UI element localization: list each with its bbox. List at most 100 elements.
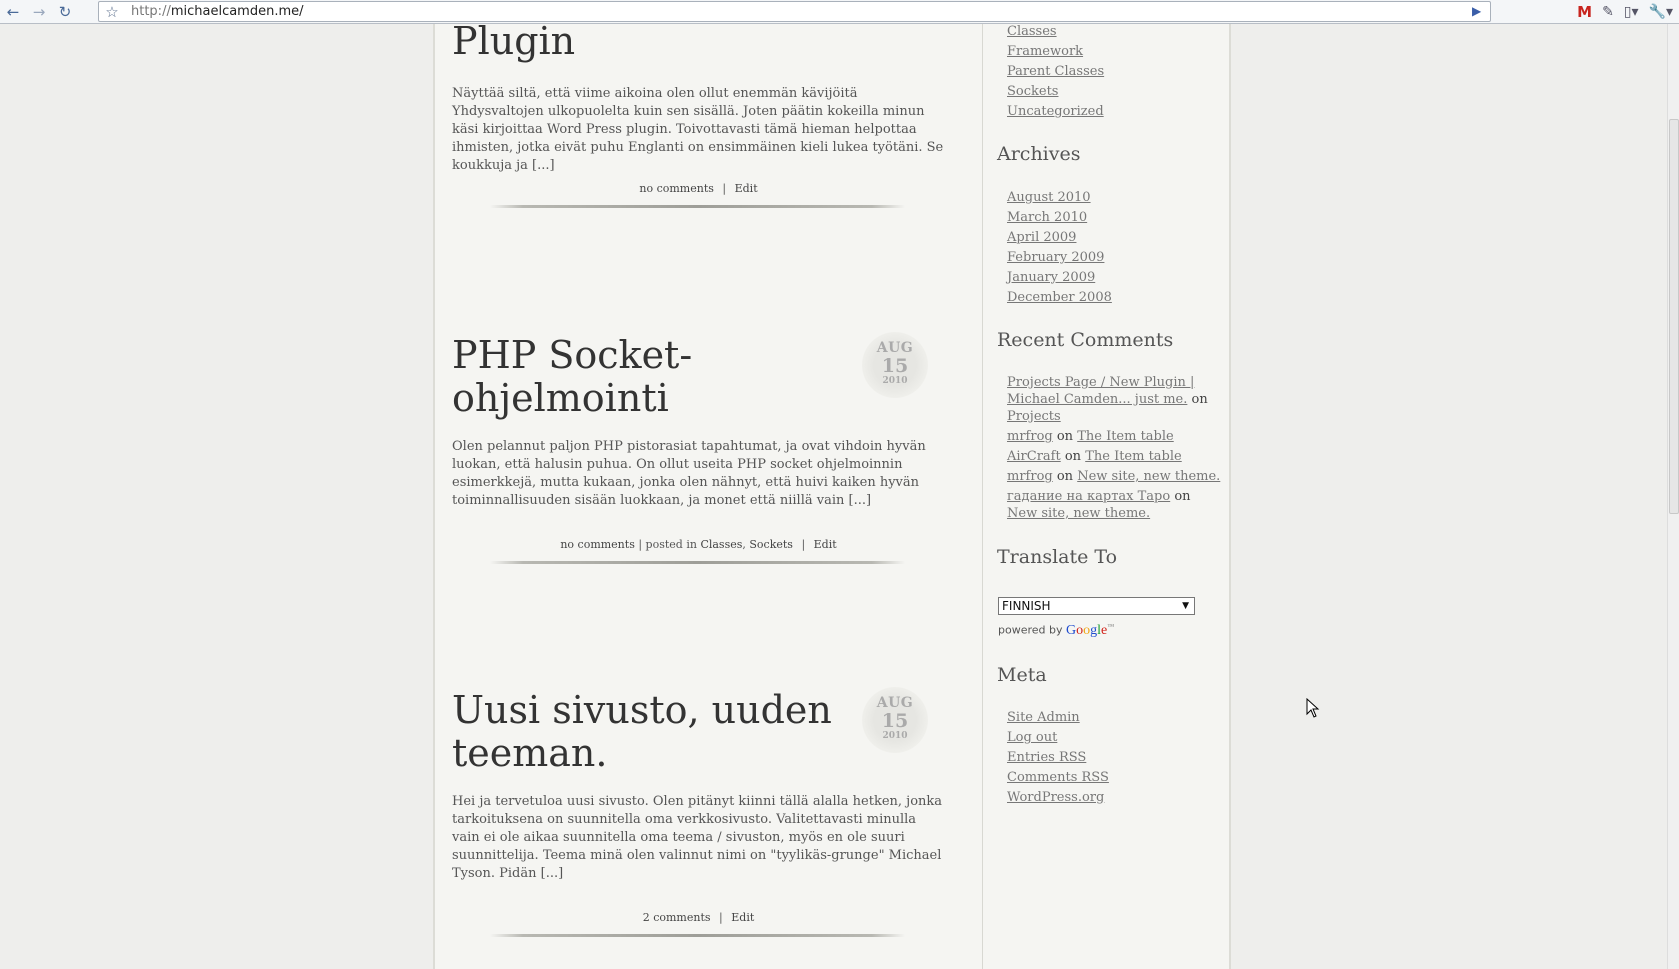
comment-post-link[interactable]: The Item table — [1077, 429, 1174, 444]
pencil-icon[interactable]: ✎ — [1602, 4, 1614, 20]
category-link[interactable]: Sockets — [1007, 83, 1058, 100]
comment-author-link[interactable]: mrfrog — [1007, 469, 1053, 484]
category-link[interactable]: Classes — [700, 538, 742, 551]
comment-post-link[interactable]: New site, new theme. — [1077, 469, 1220, 484]
archive-link-text[interactable]: January 2009 — [1007, 270, 1095, 285]
meta-link[interactable]: Comments RSS — [1007, 769, 1109, 786]
comment-on-label: on — [1174, 489, 1191, 504]
archive-link[interactable]: February 2009 — [1007, 249, 1104, 266]
comment-on-label: on — [1056, 469, 1074, 484]
post-title[interactable]: PHP Socket-ohjelmointi — [452, 334, 852, 420]
category-link[interactable]: Sockets — [749, 538, 793, 551]
powered-by-google: powered by Google™ — [998, 622, 1114, 639]
meta-link-text[interactable]: Log out — [1007, 730, 1057, 745]
url-text[interactable]: http://michaelcamden.me/ — [125, 4, 304, 19]
archive-link-text[interactable]: April 2009 — [1007, 230, 1076, 245]
meta-link[interactable]: WordPress.org — [1007, 789, 1104, 806]
recent-comment: AirCraft on The Item table — [1007, 448, 1222, 465]
category-link[interactable]: Framework — [1007, 43, 1083, 60]
go-icon[interactable]: ▶ — [1472, 4, 1486, 19]
recent-comment: mrfrog on New site, new theme. — [1007, 468, 1222, 485]
post-title[interactable]: Plugin — [452, 24, 852, 63]
archive-link[interactable]: January 2009 — [1007, 269, 1095, 286]
page-menu-icon[interactable]: ▯▾ — [1624, 4, 1639, 20]
category-link-text[interactable]: Sockets — [1007, 84, 1058, 99]
google-tm: ™ — [1107, 622, 1115, 630]
post-meta: no comments | Edit — [452, 182, 945, 195]
comment-author-link[interactable]: Projects Page / New Plugin | Michael Cam… — [1007, 375, 1194, 407]
comment-post-link[interactable]: Projects — [1007, 409, 1061, 424]
meta-link-text[interactable]: Site Admin — [1007, 710, 1080, 725]
post-excerpt: Hei ja tervetuloa uusi sivusto. Olen pit… — [452, 794, 943, 881]
scrollbar-thumb[interactable] — [1669, 119, 1679, 514]
mouse-cursor-icon — [1306, 698, 1320, 718]
meta-link[interactable]: Site Admin — [1007, 709, 1080, 726]
post-title[interactable]: Uusi sivusto, uuden teeman. — [452, 689, 852, 775]
archives-heading: Archives — [997, 143, 1081, 165]
post-meta: 2 comments | Edit — [452, 911, 945, 924]
archive-link-text[interactable]: August 2010 — [1007, 190, 1091, 205]
comment-on-label: on — [1064, 449, 1082, 464]
archive-link[interactable]: December 2008 — [1007, 289, 1112, 306]
comment-post-link[interactable]: New site, new theme. — [1007, 506, 1150, 521]
archive-link-text[interactable]: December 2008 — [1007, 290, 1112, 305]
date-month: AUG — [876, 695, 914, 711]
meta-link-text[interactable]: Comments RSS — [1007, 770, 1109, 785]
post-divider — [490, 561, 905, 564]
archive-link[interactable]: March 2010 — [1007, 209, 1087, 226]
category-link-text[interactable]: Classes — [1007, 24, 1057, 39]
category-link-text[interactable]: Framework — [1007, 44, 1083, 59]
gmail-icon[interactable]: M — [1577, 3, 1592, 21]
category-separator: , — [742, 538, 746, 551]
edit-link[interactable]: Edit — [735, 182, 758, 195]
archive-link[interactable]: August 2010 — [1007, 189, 1091, 206]
edit-link[interactable]: Edit — [731, 911, 754, 924]
comment-author-link[interactable]: AirCraft — [1007, 449, 1061, 464]
meta-link-text[interactable]: Entries RSS — [1007, 750, 1086, 765]
category-link-text[interactable]: Parent Classes — [1007, 64, 1104, 79]
archive-link[interactable]: April 2009 — [1007, 229, 1076, 246]
powered-by-label: powered by — [998, 623, 1063, 637]
meta-link[interactable]: Log out — [1007, 729, 1057, 746]
category-link[interactable]: Parent Classes — [1007, 63, 1104, 80]
browser-toolbar: ← → ↻ ☆ http://michaelcamden.me/ ▶ M ✎ ▯… — [0, 0, 1679, 24]
address-bar[interactable]: ☆ http://michaelcamden.me/ ▶ — [98, 1, 1491, 22]
edit-link[interactable]: Edit — [814, 538, 837, 551]
archive-link-text[interactable]: March 2010 — [1007, 210, 1087, 225]
post-divider — [490, 205, 905, 208]
forward-icon[interactable]: → — [26, 1, 52, 23]
language-select-value: FINNISH — [1002, 599, 1051, 613]
bookmark-star-icon[interactable]: ☆ — [99, 3, 125, 21]
reload-icon[interactable]: ↻ — [52, 1, 78, 23]
wrench-menu-icon[interactable]: 🔧▾ — [1649, 4, 1673, 20]
category-link[interactable]: Uncategorized — [1007, 103, 1104, 120]
post-divider — [490, 934, 905, 937]
meta-link[interactable]: Entries RSS — [1007, 749, 1086, 766]
comment-post-link[interactable]: The Item table — [1085, 449, 1182, 464]
back-icon[interactable]: ← — [0, 1, 26, 23]
archive-link-text[interactable]: February 2009 — [1007, 250, 1104, 265]
category-link[interactable]: Classes — [1007, 24, 1057, 40]
comment-on-label: on — [1191, 392, 1208, 407]
chevron-down-icon: ▼ — [1182, 601, 1189, 611]
comment-author-link[interactable]: гадание на картах Таро — [1007, 489, 1170, 504]
vertical-scrollbar[interactable] — [1667, 24, 1679, 969]
comments-link[interactable]: no comments — [560, 538, 635, 551]
comments-link[interactable]: 2 comments — [643, 911, 711, 924]
date-day: 15 — [881, 355, 909, 377]
comments-link[interactable]: no comments — [639, 182, 714, 195]
post-excerpt: Näyttää siltä, että viime aikoina olen o… — [452, 86, 944, 173]
date-badge: AUG 15 2010 — [862, 332, 928, 398]
comment-on-label: on — [1056, 429, 1074, 444]
date-day: 15 — [881, 710, 909, 732]
post-excerpt: Olen pelannut paljon PHP pistorasiat tap… — [452, 439, 926, 508]
category-link-text[interactable]: Uncategorized — [1007, 104, 1104, 119]
meta-heading: Meta — [997, 664, 1047, 686]
google-letter: G — [1066, 622, 1077, 638]
meta-separator: | — [801, 538, 806, 551]
comment-author-link[interactable]: mrfrog — [1007, 429, 1053, 444]
date-year: 2010 — [882, 731, 908, 741]
language-select[interactable]: FINNISH ▼ — [998, 597, 1195, 615]
translate-heading: Translate To — [997, 546, 1118, 568]
meta-link-text[interactable]: WordPress.org — [1007, 790, 1104, 805]
